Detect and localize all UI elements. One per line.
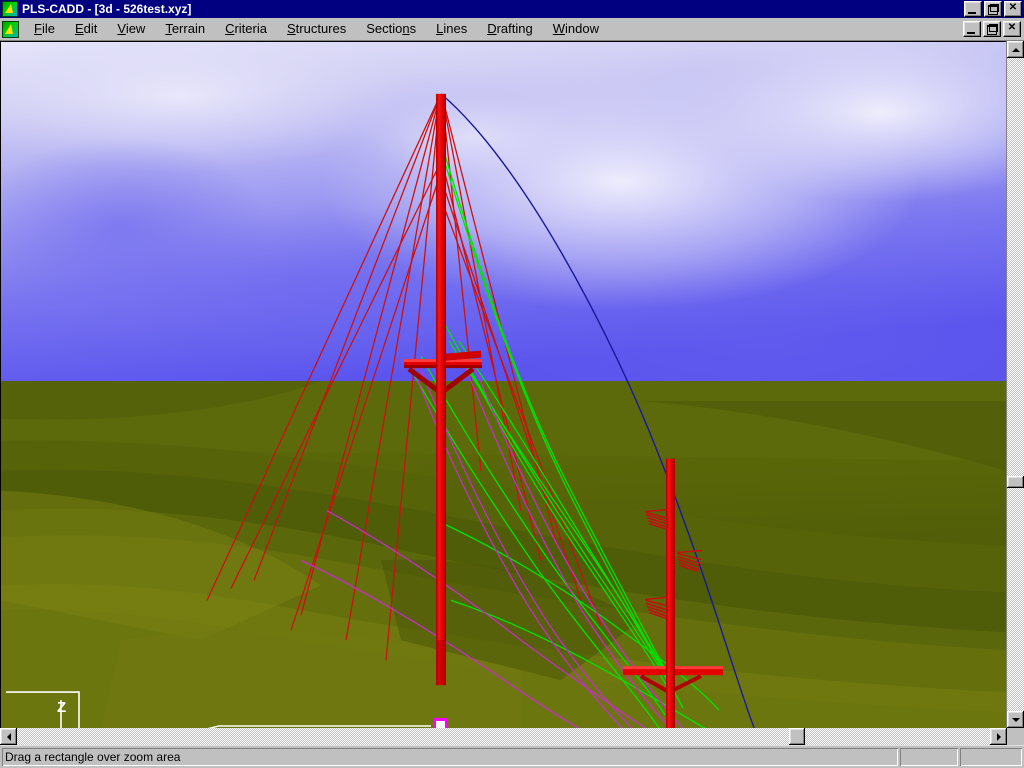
structure-1-pole (436, 93, 446, 686)
scroll-right-arrow[interactable] (990, 728, 1007, 745)
menu-item-criteria[interactable]: Criteria (215, 19, 277, 39)
menu-item-edit[interactable]: Edit (65, 19, 107, 39)
status-message: Drag a rectangle over zoom area (2, 748, 898, 766)
pls-cadd-logo-icon[interactable] (2, 1, 18, 17)
vertical-scroll-thumb[interactable] (1007, 476, 1024, 488)
3d-scene-svg: X Y Z (1, 42, 1006, 728)
scroll-up-arrow[interactable] (1007, 41, 1024, 58)
scroll-left-arrow[interactable] (0, 728, 17, 745)
axis-label-z: Z (57, 699, 66, 716)
menu-item-view[interactable]: View (107, 19, 155, 39)
title-bar: PLS-CADD - [3d - 526test.xyz] ✕ (0, 0, 1024, 18)
horizontal-scroll-thumb[interactable] (789, 728, 805, 745)
menu-bar: File Edit View Terrain Criteria Structur… (0, 18, 1024, 41)
window-title: PLS-CADD - [3d - 526test.xyz] (22, 2, 192, 16)
close-button[interactable]: ✕ (1004, 1, 1022, 17)
viewport-row: X Y Z (0, 41, 1024, 728)
3d-viewport[interactable]: X Y Z (0, 41, 1006, 728)
horizontal-scrollbar-row (0, 728, 1024, 745)
horizontal-scroll-track[interactable] (17, 728, 990, 745)
mdi-restore-button[interactable] (983, 21, 1001, 37)
scrollbar-corner (1007, 728, 1024, 745)
mdi-minimize-button[interactable] (963, 21, 981, 37)
mdi-window-controls: ✕ (963, 21, 1024, 37)
status-bar: Drag a rectangle over zoom area (0, 745, 1024, 768)
structure-2-pole (666, 458, 675, 728)
scroll-down-arrow[interactable] (1007, 711, 1024, 728)
title-bar-left: PLS-CADD - [3d - 526test.xyz] (2, 1, 964, 17)
restore-button[interactable] (984, 1, 1002, 17)
client-area: X Y Z (0, 41, 1024, 745)
menu-item-terrain[interactable]: Terrain (155, 19, 215, 39)
status-pane-1 (900, 748, 958, 766)
menu-item-drafting[interactable]: Drafting (477, 19, 543, 39)
menu-item-structures[interactable]: Structures (277, 19, 356, 39)
vertical-scroll-track[interactable] (1007, 58, 1024, 711)
menu-item-sections[interactable]: Sections (356, 19, 426, 39)
vertical-scrollbar[interactable] (1006, 41, 1024, 728)
pls-cadd-application-window: PLS-CADD - [3d - 526test.xyz] ✕ File Edi… (0, 0, 1024, 768)
menu-item-lines[interactable]: Lines (426, 19, 477, 39)
window-controls: ✕ (964, 1, 1022, 17)
3d-scene: X Y Z (1, 42, 1006, 728)
document-icon[interactable] (2, 20, 19, 38)
menu-item-window[interactable]: Window (543, 19, 609, 39)
selected-point-marker (433, 718, 448, 728)
menu-item-list: File Edit View Terrain Criteria Structur… (24, 19, 963, 39)
status-pane-2 (960, 748, 1022, 766)
minimize-button[interactable] (964, 1, 982, 17)
horizontal-scrollbar[interactable] (0, 728, 1007, 745)
mdi-close-button[interactable]: ✕ (1003, 21, 1021, 37)
menu-item-file[interactable]: File (24, 19, 65, 39)
